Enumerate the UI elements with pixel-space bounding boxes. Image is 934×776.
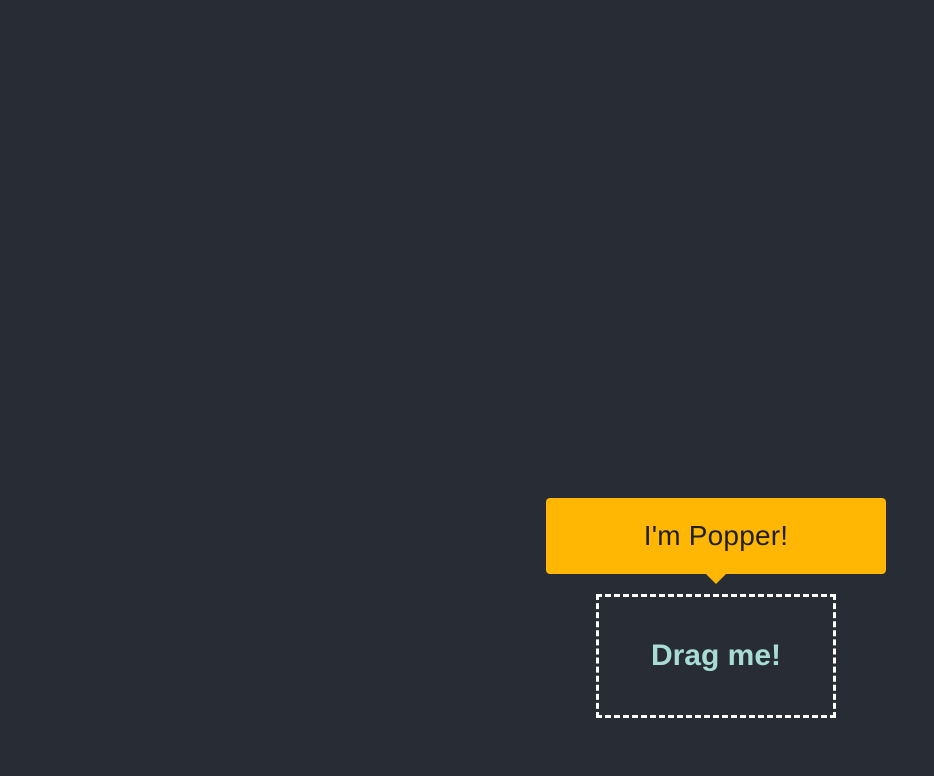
popper-arrow	[706, 574, 726, 584]
drag-label: Drag me!	[650, 639, 782, 672]
popper-tooltip: I'm Popper!	[546, 498, 886, 584]
popper-text: I'm Popper!	[643, 520, 789, 551]
canvas: I'm Popper! Drag me!	[0, 0, 934, 776]
draggable-reference-box[interactable]: Drag me!	[596, 594, 836, 718]
